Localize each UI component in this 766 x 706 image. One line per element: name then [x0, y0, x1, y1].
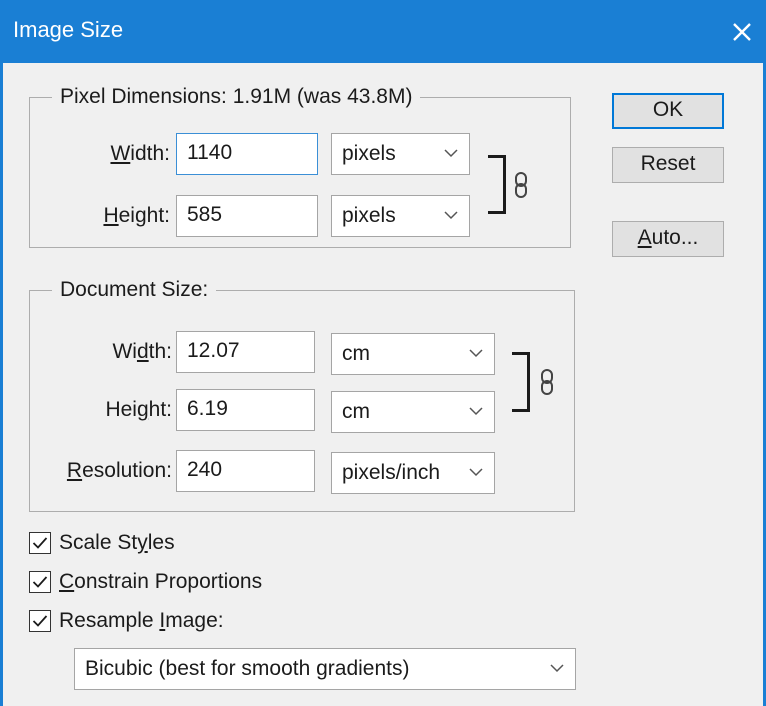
chevron-down-icon	[444, 149, 458, 158]
constrain-proportions-checkbox[interactable]	[29, 571, 51, 593]
pixel-width-unit-select[interactable]: pixels	[331, 133, 470, 175]
resample-method-select[interactable]: Bicubic (best for smooth gradients)	[74, 648, 576, 690]
ok-button[interactable]: OK	[612, 93, 724, 129]
chevron-down-icon	[469, 468, 483, 477]
document-constrain-bracket	[512, 352, 530, 412]
resolution-unit-select[interactable]: pixels/inch	[331, 452, 495, 494]
pixel-height-label: Height:	[103, 204, 170, 227]
document-width-label: Width:	[112, 340, 172, 363]
chevron-down-icon	[444, 211, 458, 220]
document-height-unit-select[interactable]: cm	[331, 391, 495, 433]
resolution-unit-value: pixels/inch	[342, 461, 441, 484]
pixel-width-unit-value: pixels	[342, 142, 396, 165]
document-size-legend: Document Size:	[52, 277, 217, 303]
pixel-height-unit-value: pixels	[342, 204, 396, 227]
chevron-down-icon	[469, 349, 483, 358]
reset-button[interactable]: Reset	[612, 147, 724, 183]
document-width-unit-value: cm	[342, 342, 370, 365]
resolution-input[interactable]: 240	[176, 450, 315, 492]
resolution-label: Resolution:	[66, 459, 172, 482]
window-border-left	[0, 63, 3, 706]
pixel-dimensions-legend: Pixel Dimensions: 1.91M (was 43.8M)	[52, 84, 421, 110]
resample-image-checkbox[interactable]	[29, 610, 51, 632]
document-height-input[interactable]: 6.19	[176, 389, 315, 431]
pixel-constrain-bracket	[488, 155, 506, 214]
resample-method-value: Bicubic (best for smooth gradients)	[85, 657, 410, 680]
document-width-input[interactable]: 12.07	[176, 331, 315, 373]
chevron-down-icon	[550, 664, 564, 673]
chain-link-icon	[514, 172, 528, 198]
pixel-height-input[interactable]: 585	[176, 195, 318, 237]
resample-image-label[interactable]: Resample Image:	[59, 608, 224, 634]
pixel-width-label: Width:	[110, 142, 170, 165]
chevron-down-icon	[469, 407, 483, 416]
document-height-unit-value: cm	[342, 400, 370, 423]
document-width-unit-select[interactable]: cm	[331, 333, 495, 375]
close-icon[interactable]	[724, 14, 760, 50]
pixel-width-input[interactable]: 1140	[176, 133, 318, 175]
window-title: Image Size	[13, 17, 124, 42]
scale-styles-label[interactable]: Scale Styles	[59, 530, 175, 556]
scale-styles-checkbox[interactable]	[29, 532, 51, 554]
constrain-proportions-label[interactable]: Constrain Proportions	[59, 569, 262, 595]
document-height-label: Height:	[105, 398, 172, 421]
auto-button[interactable]: Auto...	[612, 221, 724, 257]
pixel-height-unit-select[interactable]: pixels	[331, 195, 470, 237]
chain-link-icon	[540, 369, 554, 395]
